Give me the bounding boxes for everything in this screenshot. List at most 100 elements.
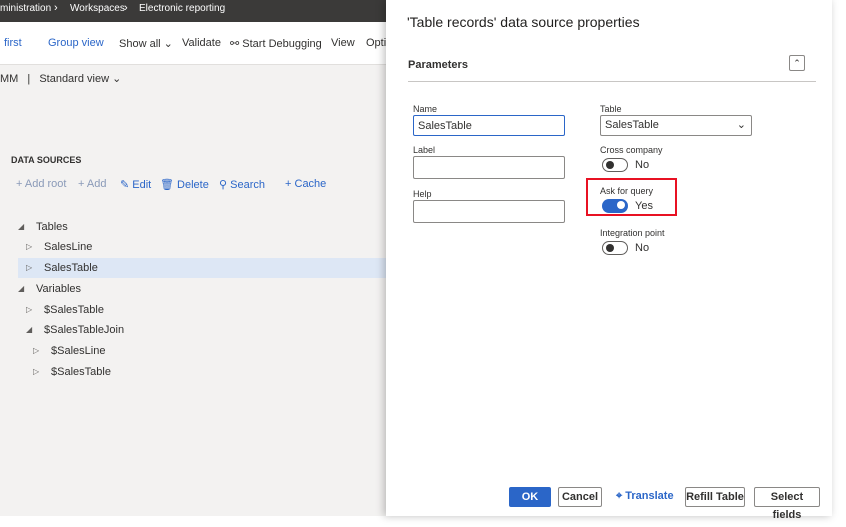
integration-point-toggle[interactable]	[602, 241, 628, 255]
search-label: Search	[230, 179, 265, 191]
trash-icon: 🗑	[160, 179, 174, 191]
action-options[interactable]: Opti	[366, 37, 386, 49]
chevron-right-icon: ›	[54, 2, 58, 14]
action-show-all[interactable]: Show all ⌄	[119, 37, 173, 50]
help-field-label: Help	[413, 189, 432, 199]
action-validate[interactable]: Validate	[182, 37, 221, 49]
cache-button[interactable]: + Cache	[285, 178, 326, 190]
caret-collapsed-icon[interactable]: ▷	[26, 237, 32, 257]
tree-item-tables[interactable]: ◢ Tables	[18, 217, 386, 237]
search-button[interactable]: ⚲ Search	[219, 178, 265, 191]
action-pane: first Group view Show all ⌄ Validate ⚯ S…	[0, 22, 386, 65]
delete-button[interactable]: 🗑 Delete	[160, 178, 209, 191]
plus-icon: +	[16, 178, 23, 190]
view-prefix: MM	[0, 73, 19, 85]
add-root-label: Add root	[24, 178, 67, 190]
section-divider	[408, 81, 816, 82]
caret-collapsed-icon[interactable]: ▷	[26, 258, 32, 278]
cross-company-toggle[interactable]	[602, 158, 628, 172]
tree-item-salesline[interactable]: ▷ SalesLine	[18, 237, 386, 257]
cross-company-state: No	[635, 159, 650, 171]
caret-collapsed-icon[interactable]: ▷	[33, 362, 39, 382]
caret-expanded-icon[interactable]: ◢	[26, 320, 32, 340]
cache-label: Cache	[294, 178, 327, 190]
integration-point-state: No	[635, 242, 650, 254]
section-header-parameters: Parameters	[408, 59, 468, 71]
tree-item-label: $SalesTableJoin	[44, 324, 125, 336]
tree-item-label: SalesLine	[44, 241, 93, 253]
breadcrumb: ministration › Workspaces › Electronic r…	[0, 0, 386, 22]
delete-label: Delete	[177, 179, 209, 191]
pencil-icon: ✎	[120, 179, 130, 191]
select-fields-button[interactable]: Select fields	[754, 487, 820, 521]
action-start-debugging[interactable]: ⚯ Start Debugging	[230, 37, 322, 50]
edit-label: Edit	[132, 179, 152, 191]
data-sources-heading: DATA SOURCES	[11, 155, 82, 165]
view-selector[interactable]: Standard view ⌄	[39, 73, 121, 85]
label-input[interactable]	[413, 156, 565, 179]
plus-icon: +	[78, 178, 85, 190]
action-first[interactable]: first	[4, 37, 22, 49]
background-app: ministration › Workspaces › Electronic r…	[0, 0, 386, 516]
plus-icon: +	[285, 178, 292, 190]
chevron-down-icon: ⌄	[736, 119, 746, 131]
show-all-label: Show all	[119, 38, 161, 50]
chevron-right-icon: ›	[124, 2, 128, 14]
action-view[interactable]: View	[331, 37, 355, 49]
ask-for-query-toggle[interactable]	[602, 199, 628, 213]
tree-item-label: Tables	[36, 221, 68, 233]
translate-button[interactable]: ⌖ Translate	[616, 490, 674, 503]
tree-item-join-salestable[interactable]: ▷ $SalesTable	[18, 362, 386, 382]
tree-item-var-salestablejoin[interactable]: ◢ $SalesTableJoin	[18, 320, 386, 340]
tree-item-variables[interactable]: ◢ Variables	[18, 279, 386, 299]
dialog-title: 'Table records' data source properties	[407, 14, 640, 30]
tree-item-var-salestable[interactable]: ▷ $SalesTable	[18, 300, 386, 320]
chevron-down-icon: ⌄	[112, 73, 122, 85]
table-field-label: Table	[600, 104, 622, 114]
add-label: Add	[86, 178, 107, 190]
caret-expanded-icon[interactable]: ◢	[18, 279, 24, 299]
tree-item-label: SalesTable	[44, 262, 98, 274]
start-debugging-label: Start Debugging	[242, 38, 322, 50]
action-group-view[interactable]: Group view	[48, 37, 104, 49]
breadcrumb-workspaces[interactable]: Workspaces	[70, 3, 125, 14]
caret-collapsed-icon[interactable]: ▷	[26, 300, 32, 320]
name-input[interactable]	[413, 115, 565, 136]
search-icon: ⚲	[219, 179, 228, 191]
name-field-label: Name	[413, 104, 438, 114]
breadcrumb-electronic-reporting[interactable]: Electronic reporting	[139, 3, 225, 14]
add-root-button[interactable]: + Add root	[16, 178, 66, 190]
ask-for-query-label: Ask for query	[600, 186, 654, 196]
tree-item-salestable[interactable]: ▷ SalesTable	[18, 258, 386, 278]
integration-point-label: Integration point	[600, 228, 665, 238]
add-button[interactable]: + Add	[78, 178, 106, 190]
chevron-up-icon: ⌃	[793, 58, 801, 68]
caret-collapsed-icon[interactable]: ▷	[33, 341, 39, 361]
toggle-knob	[606, 161, 614, 169]
caret-expanded-icon[interactable]: ◢	[18, 217, 24, 237]
tree-item-label: $SalesTable	[44, 304, 104, 316]
toggle-knob	[617, 201, 625, 209]
tree-item-label: $SalesTable	[51, 366, 111, 378]
view-selector-row: MM | Standard view ⌄	[0, 72, 121, 85]
table-select-value: SalesTable	[605, 119, 659, 131]
help-input[interactable]	[413, 200, 565, 223]
breadcrumb-administration[interactable]: ministration	[0, 3, 51, 14]
highlight-box	[586, 178, 677, 216]
edit-button[interactable]: ✎ Edit	[120, 178, 151, 191]
ask-for-query-state: Yes	[635, 200, 653, 212]
collapse-section-button[interactable]: ⌃	[789, 55, 805, 71]
tree-item-join-salesline[interactable]: ▷ $SalesLine	[18, 341, 386, 361]
tree-item-label: Variables	[36, 283, 82, 295]
refill-table-button[interactable]: Refill Table	[685, 487, 745, 507]
data-source-properties-dialog: 'Table records' data source properties P…	[386, 0, 832, 521]
table-select[interactable]: SalesTable ⌄	[600, 115, 752, 136]
debug-icon: ⚯	[230, 38, 240, 50]
toggle-knob	[606, 244, 614, 252]
chevron-down-icon: ⌄	[163, 38, 173, 50]
cancel-button[interactable]: Cancel	[558, 487, 602, 507]
divider: |	[27, 73, 31, 85]
translate-label: Translate	[625, 490, 674, 502]
ok-button[interactable]: OK	[509, 487, 551, 507]
view-selector-label: Standard view	[39, 73, 110, 85]
